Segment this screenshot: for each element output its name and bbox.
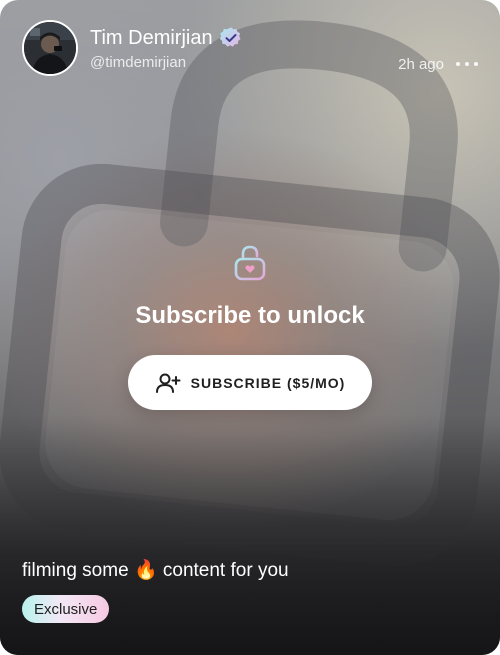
- avatar[interactable]: [22, 20, 78, 76]
- more-dot: [465, 62, 469, 66]
- unlock-title: Subscribe to unlock: [135, 302, 365, 329]
- fire-emoji-icon: 🔥: [133, 560, 158, 581]
- exclusive-badge: Exclusive: [22, 595, 110, 623]
- subscribe-button[interactable]: SUBSCRIBE ($5/MO): [128, 355, 372, 410]
- avatar-photo: [24, 22, 76, 74]
- post-timestamp: 2h ago: [398, 56, 444, 73]
- verified-badge-icon: [219, 26, 243, 50]
- post-caption: filming some 🔥 content for you: [22, 558, 289, 582]
- author-name[interactable]: Tim Demirjian: [90, 27, 213, 50]
- author-handle[interactable]: @timdemirjian: [90, 54, 186, 71]
- post-card: Tim Demirjian @timdemirjian 2h ago Subsc…: [0, 0, 500, 655]
- more-dots-icon[interactable]: [456, 54, 478, 74]
- subscribe-button-label: SUBSCRIBE ($5/MO): [190, 374, 346, 391]
- author-name-row[interactable]: Tim Demirjian: [90, 26, 243, 50]
- caption-text-start: filming some: [22, 560, 129, 581]
- post-header: Tim Demirjian @timdemirjian 2h ago: [22, 20, 478, 80]
- add-user-icon: [155, 373, 181, 393]
- more-dot: [456, 62, 460, 66]
- more-dot: [474, 62, 478, 66]
- unlock-heart-icon: [234, 245, 266, 281]
- caption-text-end: content for you: [162, 560, 289, 581]
